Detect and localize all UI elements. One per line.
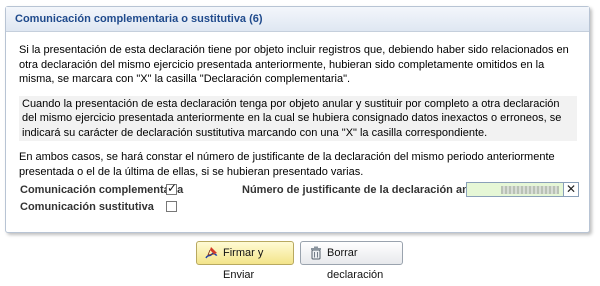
justificante-input[interactable]: ✕: [466, 182, 579, 197]
sign-button-label: Firmar y Enviar: [223, 247, 264, 281]
delete-button-label: Borrar declaración: [327, 247, 384, 281]
trash-icon: [311, 246, 321, 260]
panel-title: Comunicación complementaria o sustitutiv…: [6, 7, 589, 32]
sustitutiva-label: Comunicación sustitutiva: [20, 201, 154, 213]
complementaria-checkbox[interactable]: ✓: [166, 181, 178, 195]
check-mark-icon: ✓: [167, 181, 178, 195]
instruction-paragraph-justificante: En ambos casos, se hará constar el númer…: [19, 149, 577, 180]
instruction-paragraph-complementaria: Si la presentación de esta declaración t…: [19, 42, 577, 88]
complementaria-label: Comunicación complementaria: [20, 184, 184, 196]
sign-and-send-button[interactable]: Firmar y Enviar: [196, 241, 294, 281]
justificante-label: Número de justificante de la declaración…: [242, 184, 497, 196]
pen-signature-icon: [205, 247, 218, 259]
sustitutiva-checkbox[interactable]: [166, 201, 177, 212]
redacted-value: [501, 186, 559, 194]
sustitutiva-row: Comunicación sustitutiva: [20, 200, 220, 216]
complementary-communication-panel: Comunicación complementaria o sustitutiv…: [5, 6, 590, 233]
delete-declaration-button[interactable]: Borrar declaración: [300, 241, 403, 281]
clear-field-icon[interactable]: ✕: [563, 183, 578, 196]
instruction-paragraph-sustitutiva: Cuando la presentación de esta declaraci…: [19, 95, 577, 141]
complementaria-row: Comunicación complementaria ✓ Número de …: [20, 181, 580, 199]
